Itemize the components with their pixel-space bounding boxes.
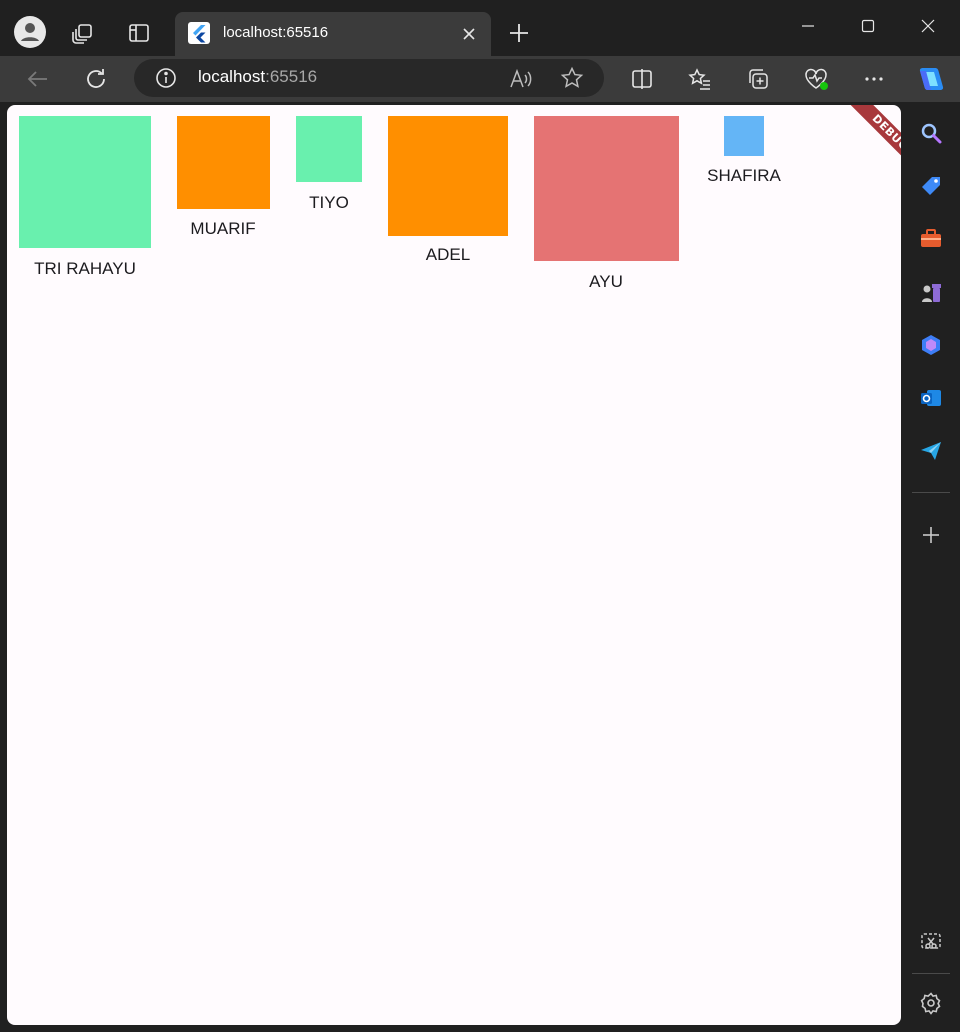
settings-icon[interactable] [917, 989, 945, 1017]
url-host: localhost [198, 67, 266, 86]
color-box [534, 116, 679, 261]
favorite-star-icon[interactable] [560, 66, 586, 92]
favorites-icon[interactable] [686, 65, 714, 93]
debug-banner-text: DEBUG [845, 105, 901, 178]
sidebar-divider [912, 973, 950, 974]
title-bar: localhost:65516 [0, 0, 960, 56]
refresh-icon[interactable] [82, 65, 110, 93]
close-icon[interactable] [457, 22, 481, 46]
item-label: TRI RAHAYU [34, 259, 136, 278]
active-tab[interactable]: localhost:65516 [175, 12, 491, 56]
sidebar-divider [912, 492, 950, 493]
window-close-icon[interactable] [916, 14, 940, 38]
games-icon[interactable] [917, 278, 945, 306]
read-aloud-icon[interactable] [508, 66, 534, 92]
tab-title: localhost:65516 [223, 24, 329, 41]
item-label: AYU [589, 272, 623, 291]
maximize-icon[interactable] [856, 14, 880, 38]
back-icon[interactable] [24, 65, 52, 93]
color-box [19, 116, 151, 248]
split-screen-icon[interactable] [628, 65, 656, 93]
browser-essentials-icon[interactable] [802, 65, 830, 93]
workspaces-icon[interactable] [70, 20, 96, 46]
color-box [724, 116, 764, 156]
color-box [296, 116, 362, 182]
color-box [177, 116, 270, 209]
url-text: localhost:65516 [198, 67, 317, 87]
send-icon[interactable] [917, 437, 945, 465]
screenshot-icon[interactable] [917, 928, 945, 956]
color-box [388, 116, 508, 236]
add-icon[interactable] [917, 521, 945, 549]
info-icon[interactable] [154, 66, 178, 90]
item-label: SHAFIRA [707, 166, 781, 185]
url-port: :65516 [265, 67, 318, 86]
search-icon[interactable] [917, 119, 945, 147]
copilot-sidebar-icon[interactable] [917, 331, 945, 359]
item-label: ADEL [425, 245, 471, 264]
profile-icon[interactable] [14, 16, 46, 48]
page-viewport: TRI RAHAYU MUARIF TIYO ADEL AYU SHAFIRA … [7, 105, 901, 1025]
item-label: TIYO [309, 193, 349, 212]
shopping-icon[interactable] [917, 172, 945, 200]
tab-actions-icon[interactable] [126, 20, 152, 46]
collections-icon[interactable] [744, 65, 772, 93]
edge-sidebar [902, 102, 960, 1032]
tools-icon[interactable] [917, 225, 945, 253]
address-bar[interactable]: localhost:65516 [134, 59, 604, 97]
minimize-icon[interactable] [796, 14, 820, 38]
new-tab-icon[interactable] [506, 20, 532, 46]
flutter-favicon-icon [188, 22, 210, 44]
more-icon[interactable] [860, 65, 888, 93]
item-label: MUARIF [190, 219, 256, 238]
outlook-icon[interactable] [917, 384, 945, 412]
debug-banner: DEBUG [821, 105, 901, 185]
copilot-icon[interactable] [914, 62, 948, 96]
toolbar: localhost:65516 [0, 56, 960, 102]
